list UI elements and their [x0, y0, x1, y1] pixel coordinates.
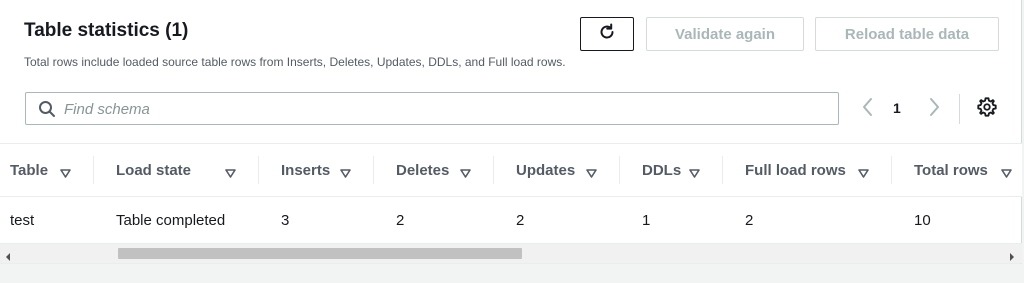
- table-statistics-panel: Table statistics (1) Total rows include …: [0, 0, 1022, 264]
- column-header-total-rows[interactable]: Total rows: [914, 144, 1022, 197]
- cell-ddls: 1: [642, 211, 651, 229]
- column-header-inserts[interactable]: Inserts: [281, 144, 361, 197]
- column-divider: [493, 156, 494, 184]
- refresh-icon: [597, 22, 617, 46]
- settings-button[interactable]: [975, 96, 999, 123]
- refresh-button[interactable]: [580, 17, 634, 51]
- sort-caret-down-icon: [689, 165, 700, 182]
- chevron-left-icon: [862, 97, 874, 122]
- column-header-updates[interactable]: Updates: [516, 144, 606, 197]
- reload-table-data-button[interactable]: Reload table data: [815, 17, 999, 51]
- sort-caret-down-icon: [225, 165, 236, 182]
- column-divider: [93, 156, 94, 184]
- cell-table: test: [10, 211, 35, 229]
- cell-total-rows: 10: [914, 211, 931, 229]
- sort-caret-down-icon: [60, 165, 71, 182]
- search-field[interactable]: [25, 92, 839, 125]
- sort-caret-down-icon: [586, 165, 597, 182]
- cell-updates: 2: [516, 211, 525, 229]
- column-header-full-load-rows[interactable]: Full load rows: [745, 144, 885, 197]
- cell-deletes: 2: [396, 211, 405, 229]
- column-header-load-state[interactable]: Load state: [116, 144, 246, 197]
- horizontal-scrollbar[interactable]: [0, 243, 1022, 263]
- column-divider: [619, 156, 620, 184]
- chevron-right-icon: [928, 97, 940, 122]
- search-input[interactable]: [64, 97, 824, 121]
- sort-caret-down-icon: [1001, 165, 1012, 182]
- scrollbar-thumb[interactable]: [118, 248, 522, 259]
- page-number[interactable]: 1: [893, 100, 901, 116]
- column-divider: [373, 156, 374, 184]
- validate-again-button[interactable]: Validate again: [646, 17, 804, 51]
- cell-load-state: Table completed: [116, 211, 226, 229]
- panel-title: Table statistics (1): [24, 20, 189, 41]
- search-icon: [38, 100, 56, 123]
- cell-inserts: 3: [281, 211, 290, 229]
- statistics-table: Table Load state Inserts Deletes Updates: [0, 143, 1022, 243]
- table-header-row: Table Load state Inserts Deletes Updates: [0, 143, 1022, 197]
- gear-icon: [976, 96, 998, 123]
- sort-caret-down-icon: [460, 165, 471, 182]
- column-header-table[interactable]: Table: [10, 144, 90, 197]
- previous-page-button[interactable]: [858, 97, 878, 122]
- column-divider: [891, 156, 892, 184]
- sort-caret-down-icon: [340, 165, 351, 182]
- scroll-left-arrow-icon[interactable]: [4, 249, 12, 267]
- column-header-ddls[interactable]: DDLs: [642, 144, 712, 197]
- column-divider: [722, 156, 723, 184]
- next-page-button[interactable]: [924, 97, 944, 122]
- table-row: test Table completed 3 2 2 1 2 10: [0, 197, 1022, 243]
- pagination-divider: [959, 94, 960, 124]
- sort-caret-down-icon: [858, 165, 869, 182]
- cell-full-load-rows: 2: [745, 211, 754, 229]
- panel-description: Total rows include loaded source table r…: [24, 55, 566, 69]
- column-header-deletes[interactable]: Deletes: [396, 144, 486, 197]
- scroll-right-arrow-icon[interactable]: [1008, 249, 1016, 267]
- column-divider: [258, 156, 259, 184]
